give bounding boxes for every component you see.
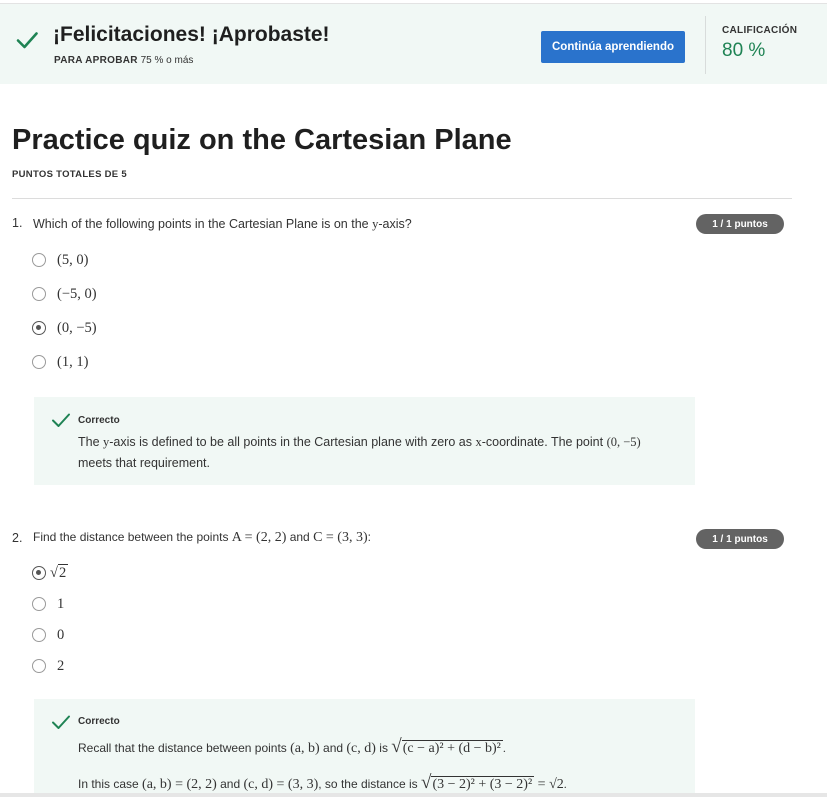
- grade-value: 80 %: [722, 40, 766, 61]
- radio-button-icon[interactable]: [32, 253, 46, 267]
- answer-option[interactable]: (5, 0): [32, 249, 88, 271]
- question-text: Which of the following points in the Car…: [33, 217, 412, 231]
- banner-divider: [705, 16, 706, 74]
- success-banner: ¡Felicitaciones! ¡Aprobaste! PARA APROBA…: [0, 3, 827, 84]
- check-icon: [52, 715, 70, 729]
- question-text: Find the distance between the points A =…: [33, 530, 371, 545]
- option-label: 1: [57, 595, 65, 612]
- option-label: √2: [50, 563, 69, 581]
- pass-label: PARA APROBAR: [54, 55, 138, 66]
- points-badge: 1 / 1 puntos: [696, 529, 784, 549]
- divider: [12, 198, 792, 199]
- pass-requirement: PARA APROBAR 75 % o más: [54, 55, 193, 66]
- feedback-text: The y-axis is defined to be all points i…: [78, 435, 641, 470]
- radio-button-icon[interactable]: [32, 597, 46, 611]
- continue-learning-button[interactable]: Continúa aprendiendo: [541, 31, 685, 63]
- pass-value: 75 % o más: [140, 55, 194, 66]
- answer-option[interactable]: 1: [32, 593, 64, 615]
- answer-option-selected[interactable]: (0, −5): [32, 317, 97, 339]
- feedback-status: Correcto: [78, 716, 120, 727]
- radio-button-icon[interactable]: [32, 321, 46, 335]
- radio-button-icon[interactable]: [32, 628, 46, 642]
- total-points: PUNTOS TOTALES DE 5: [12, 169, 127, 180]
- question-number: 1.: [12, 216, 23, 230]
- scrollbar-track[interactable]: [0, 793, 827, 797]
- option-label: (1, 1): [57, 353, 89, 370]
- feedback-text: Recall that the distance between points …: [78, 736, 506, 757]
- grade-label: CALIFICACIÓN: [722, 25, 798, 36]
- option-label: 0: [57, 626, 65, 643]
- feedback-text: In this case (a, b) = (2, 2) and (c, d) …: [78, 772, 567, 793]
- answer-option[interactable]: 2: [32, 655, 64, 677]
- radio-button-icon[interactable]: [32, 287, 46, 301]
- radio-button-icon[interactable]: [32, 566, 46, 580]
- points-badge: 1 / 1 puntos: [696, 214, 784, 234]
- feedback-box: Correcto Recall that the distance betwee…: [34, 699, 695, 793]
- banner-title: ¡Felicitaciones! ¡Aprobaste!: [53, 23, 330, 46]
- option-label: (0, −5): [57, 319, 97, 336]
- answer-option[interactable]: (−5, 0): [32, 283, 97, 305]
- option-label: (−5, 0): [57, 285, 97, 302]
- feedback-status: Correcto: [78, 415, 120, 426]
- page-title: Practice quiz on the Cartesian Plane: [12, 124, 512, 156]
- option-label: (5, 0): [57, 251, 89, 268]
- answer-option[interactable]: (1, 1): [32, 351, 88, 373]
- question-number: 2.: [12, 531, 23, 545]
- check-icon: [16, 32, 38, 49]
- answer-option[interactable]: 0: [32, 624, 64, 646]
- check-icon: [52, 413, 70, 427]
- feedback-box: Correcto The y-axis is defined to be all…: [34, 397, 695, 485]
- radio-button-icon[interactable]: [32, 355, 46, 369]
- option-label: 2: [57, 657, 65, 674]
- answer-option-selected[interactable]: √2: [32, 562, 69, 584]
- radio-button-icon[interactable]: [32, 659, 46, 673]
